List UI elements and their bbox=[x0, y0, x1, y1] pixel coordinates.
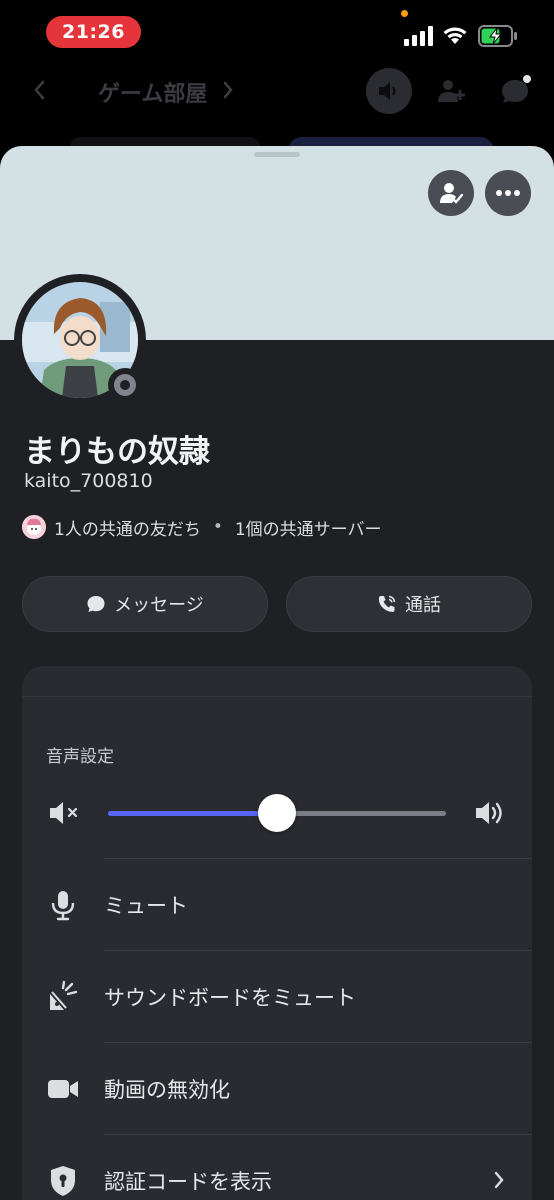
speaker-icon bbox=[379, 82, 396, 100]
menu-item-label: 動画の無効化 bbox=[104, 1078, 230, 1102]
shield-lock-icon bbox=[51, 1166, 75, 1196]
menu-item-show-verification-code[interactable]: 認証コードを表示 bbox=[22, 1134, 532, 1200]
volume-slider-track[interactable] bbox=[108, 794, 446, 832]
mutual-info-row[interactable]: 1人の共通の友だち • 1個の共通サーバー bbox=[22, 514, 382, 540]
username: kaito_700810 bbox=[24, 470, 153, 492]
add-member-icon[interactable] bbox=[436, 76, 466, 106]
phone-call-icon bbox=[378, 595, 396, 612]
volume-row bbox=[22, 772, 532, 852]
sheet-grab-handle[interactable] bbox=[254, 152, 300, 157]
message-button[interactable]: メッセージ bbox=[22, 576, 268, 632]
display-name: まりもの奴隷 bbox=[24, 434, 210, 470]
menu-item-mute[interactable]: ミュート bbox=[22, 858, 532, 950]
mutual-friend-avatar bbox=[22, 515, 46, 539]
soundboard-icon bbox=[50, 980, 78, 1010]
call-button[interactable]: 通話 bbox=[286, 576, 532, 632]
menu-item-label: サウンドボードをミュート bbox=[104, 986, 356, 1010]
menu-divider bbox=[104, 858, 532, 859]
microphone-icon bbox=[51, 891, 75, 921]
separator-dot: • bbox=[212, 517, 223, 537]
menu-divider bbox=[104, 950, 532, 951]
friend-check-icon bbox=[440, 183, 464, 204]
chevron-right-icon bbox=[494, 1171, 504, 1189]
more-options-button[interactable] bbox=[485, 170, 531, 216]
call-button-label: 通話 bbox=[405, 595, 441, 616]
voice-settings-card: 音声設定 ミュート サウンドボードをミュート 動画の無効化 認証コードを表示 bbox=[22, 666, 532, 1200]
chevron-right-icon bbox=[223, 81, 233, 99]
volume-mute-icon[interactable] bbox=[48, 798, 82, 828]
message-bubble-icon bbox=[87, 596, 105, 612]
friend-status-button[interactable] bbox=[428, 170, 474, 216]
volume-slider-thumb[interactable] bbox=[258, 794, 296, 832]
status-dot-icon bbox=[114, 374, 136, 396]
voice-speaker-button[interactable] bbox=[366, 68, 412, 114]
battery-charging-icon bbox=[478, 25, 517, 47]
menu-item-mute-soundboard[interactable]: サウンドボードをミュート bbox=[22, 950, 532, 1042]
menu-divider bbox=[104, 1042, 532, 1043]
video-camera-icon bbox=[48, 1080, 78, 1098]
menu-item-disable-video[interactable]: 動画の無効化 bbox=[22, 1042, 532, 1134]
privacy-dot-indicator bbox=[401, 10, 408, 17]
message-button-label: メッセージ bbox=[114, 595, 204, 616]
volume-max-icon[interactable] bbox=[474, 798, 508, 828]
channel-title[interactable]: ゲーム部屋 bbox=[98, 76, 207, 108]
menu-divider bbox=[104, 1134, 532, 1135]
background-channel-header: ゲーム部屋 bbox=[0, 64, 554, 157]
status-bar: 21:26 bbox=[0, 0, 554, 64]
status-time: 21:26 bbox=[46, 16, 141, 48]
wifi-icon bbox=[443, 27, 467, 44]
cellular-signal-icon bbox=[404, 26, 433, 46]
card-divider bbox=[22, 696, 532, 697]
profile-sheet: まりもの奴隷 kaito_700810 1人の共通の友だち • 1個の共通サーバ… bbox=[0, 146, 554, 1200]
voice-settings-label: 音声設定 bbox=[46, 747, 114, 767]
mutual-friends-count: 1人の共通の友だち bbox=[54, 519, 201, 540]
menu-item-label: ミュート bbox=[104, 894, 188, 918]
offline-status-indicator bbox=[108, 368, 142, 402]
mutual-servers-count: 1個の共通サーバー bbox=[234, 519, 382, 540]
volume-slider-fill bbox=[108, 811, 277, 816]
menu-item-label: 認証コードを表示 bbox=[104, 1170, 272, 1194]
chat-bubble-icon[interactable] bbox=[498, 74, 532, 106]
more-dots-icon bbox=[496, 190, 520, 196]
back-chevron-icon[interactable] bbox=[30, 78, 50, 102]
